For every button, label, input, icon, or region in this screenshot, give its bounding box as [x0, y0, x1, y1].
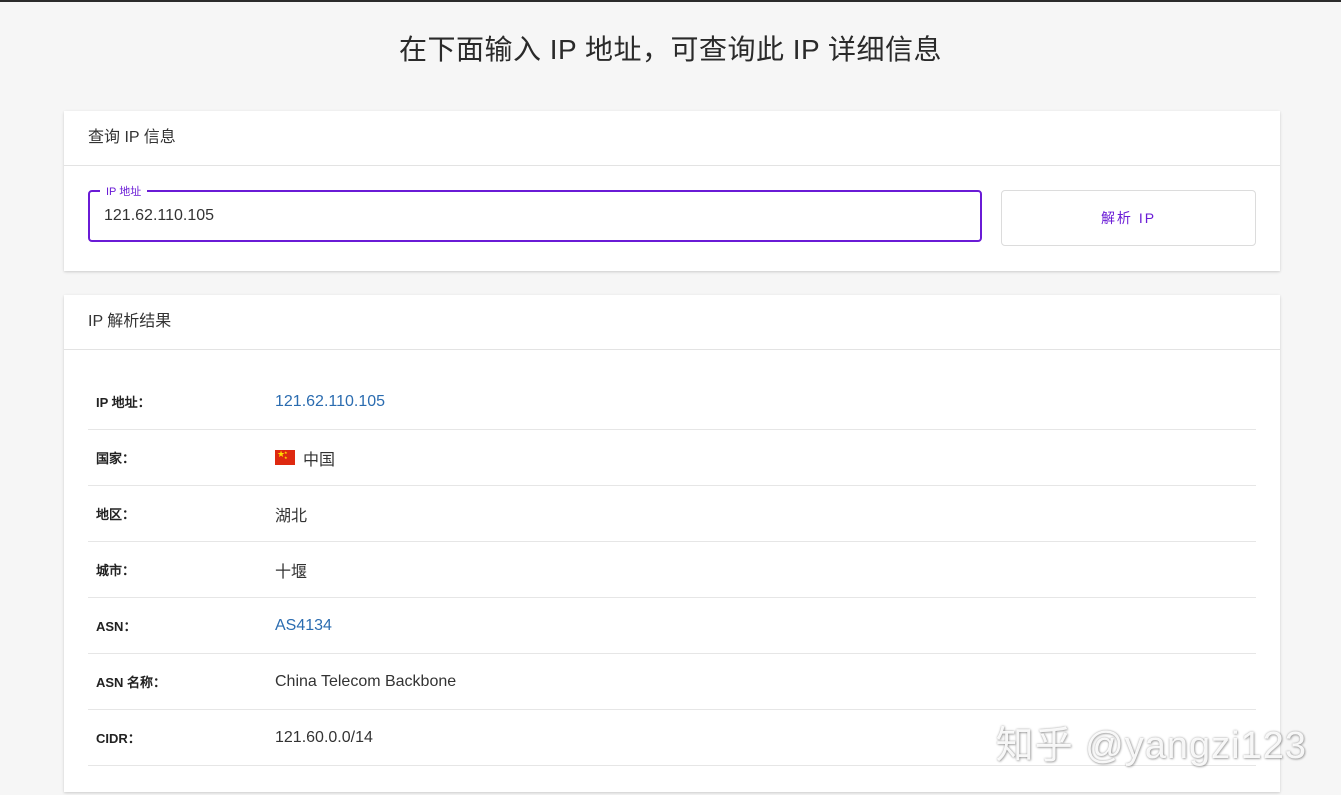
row-label: ASN： [96, 619, 137, 634]
result-row-country: 国家： 中国 [88, 430, 1256, 486]
zhihu-watermark: 知乎 @yangzi123 [995, 725, 1307, 767]
china-flag-icon [275, 450, 295, 465]
row-label: 地区： [96, 507, 136, 522]
result-card-header: IP 解析结果 [64, 295, 1280, 350]
cidr-value: 121.60.0.0/14 [275, 728, 373, 746]
row-label: 城市： [96, 563, 136, 578]
page-title: 在下面输入 IP 地址，可查询此 IP 详细信息 [398, 34, 943, 65]
row-label: ASN 名称： [96, 675, 167, 690]
country-value: 中国 [275, 446, 335, 470]
result-row-ip: IP 地址： 121.62.110.105 [88, 374, 1256, 430]
region-value: 湖北 [275, 507, 308, 525]
query-card: 查询 IP 信息 IP 地址 解析 IP [64, 111, 1280, 271]
row-label: IP 地址： [96, 395, 151, 410]
ip-address-link[interactable]: 121.62.110.105 [275, 393, 385, 411]
parse-ip-button[interactable]: 解析 IP [1001, 190, 1256, 246]
row-label: 国家： [96, 451, 136, 466]
query-card-header: 查询 IP 信息 [64, 111, 1280, 166]
country-name: 中国 [303, 451, 336, 469]
result-row-asn-name: ASN 名称： China Telecom Backbone [88, 654, 1256, 710]
result-table: IP 地址： 121.62.110.105 国家： 中国 地区： 湖北 城市： … [64, 350, 1280, 766]
ip-address-field[interactable]: IP 地址 [88, 183, 982, 242]
ip-address-input[interactable] [90, 192, 980, 240]
city-value: 十堰 [275, 563, 308, 581]
query-card-body: IP 地址 解析 IP [64, 166, 1280, 271]
result-row-city: 城市： 十堰 [88, 542, 1256, 598]
result-row-asn: ASN： AS4134 [88, 598, 1256, 654]
row-label: CIDR： [96, 731, 141, 746]
result-row-region: 地区： 湖北 [88, 486, 1256, 542]
asn-name-value: China Telecom Backbone [275, 672, 457, 690]
asn-link[interactable]: AS4134 [275, 617, 332, 635]
